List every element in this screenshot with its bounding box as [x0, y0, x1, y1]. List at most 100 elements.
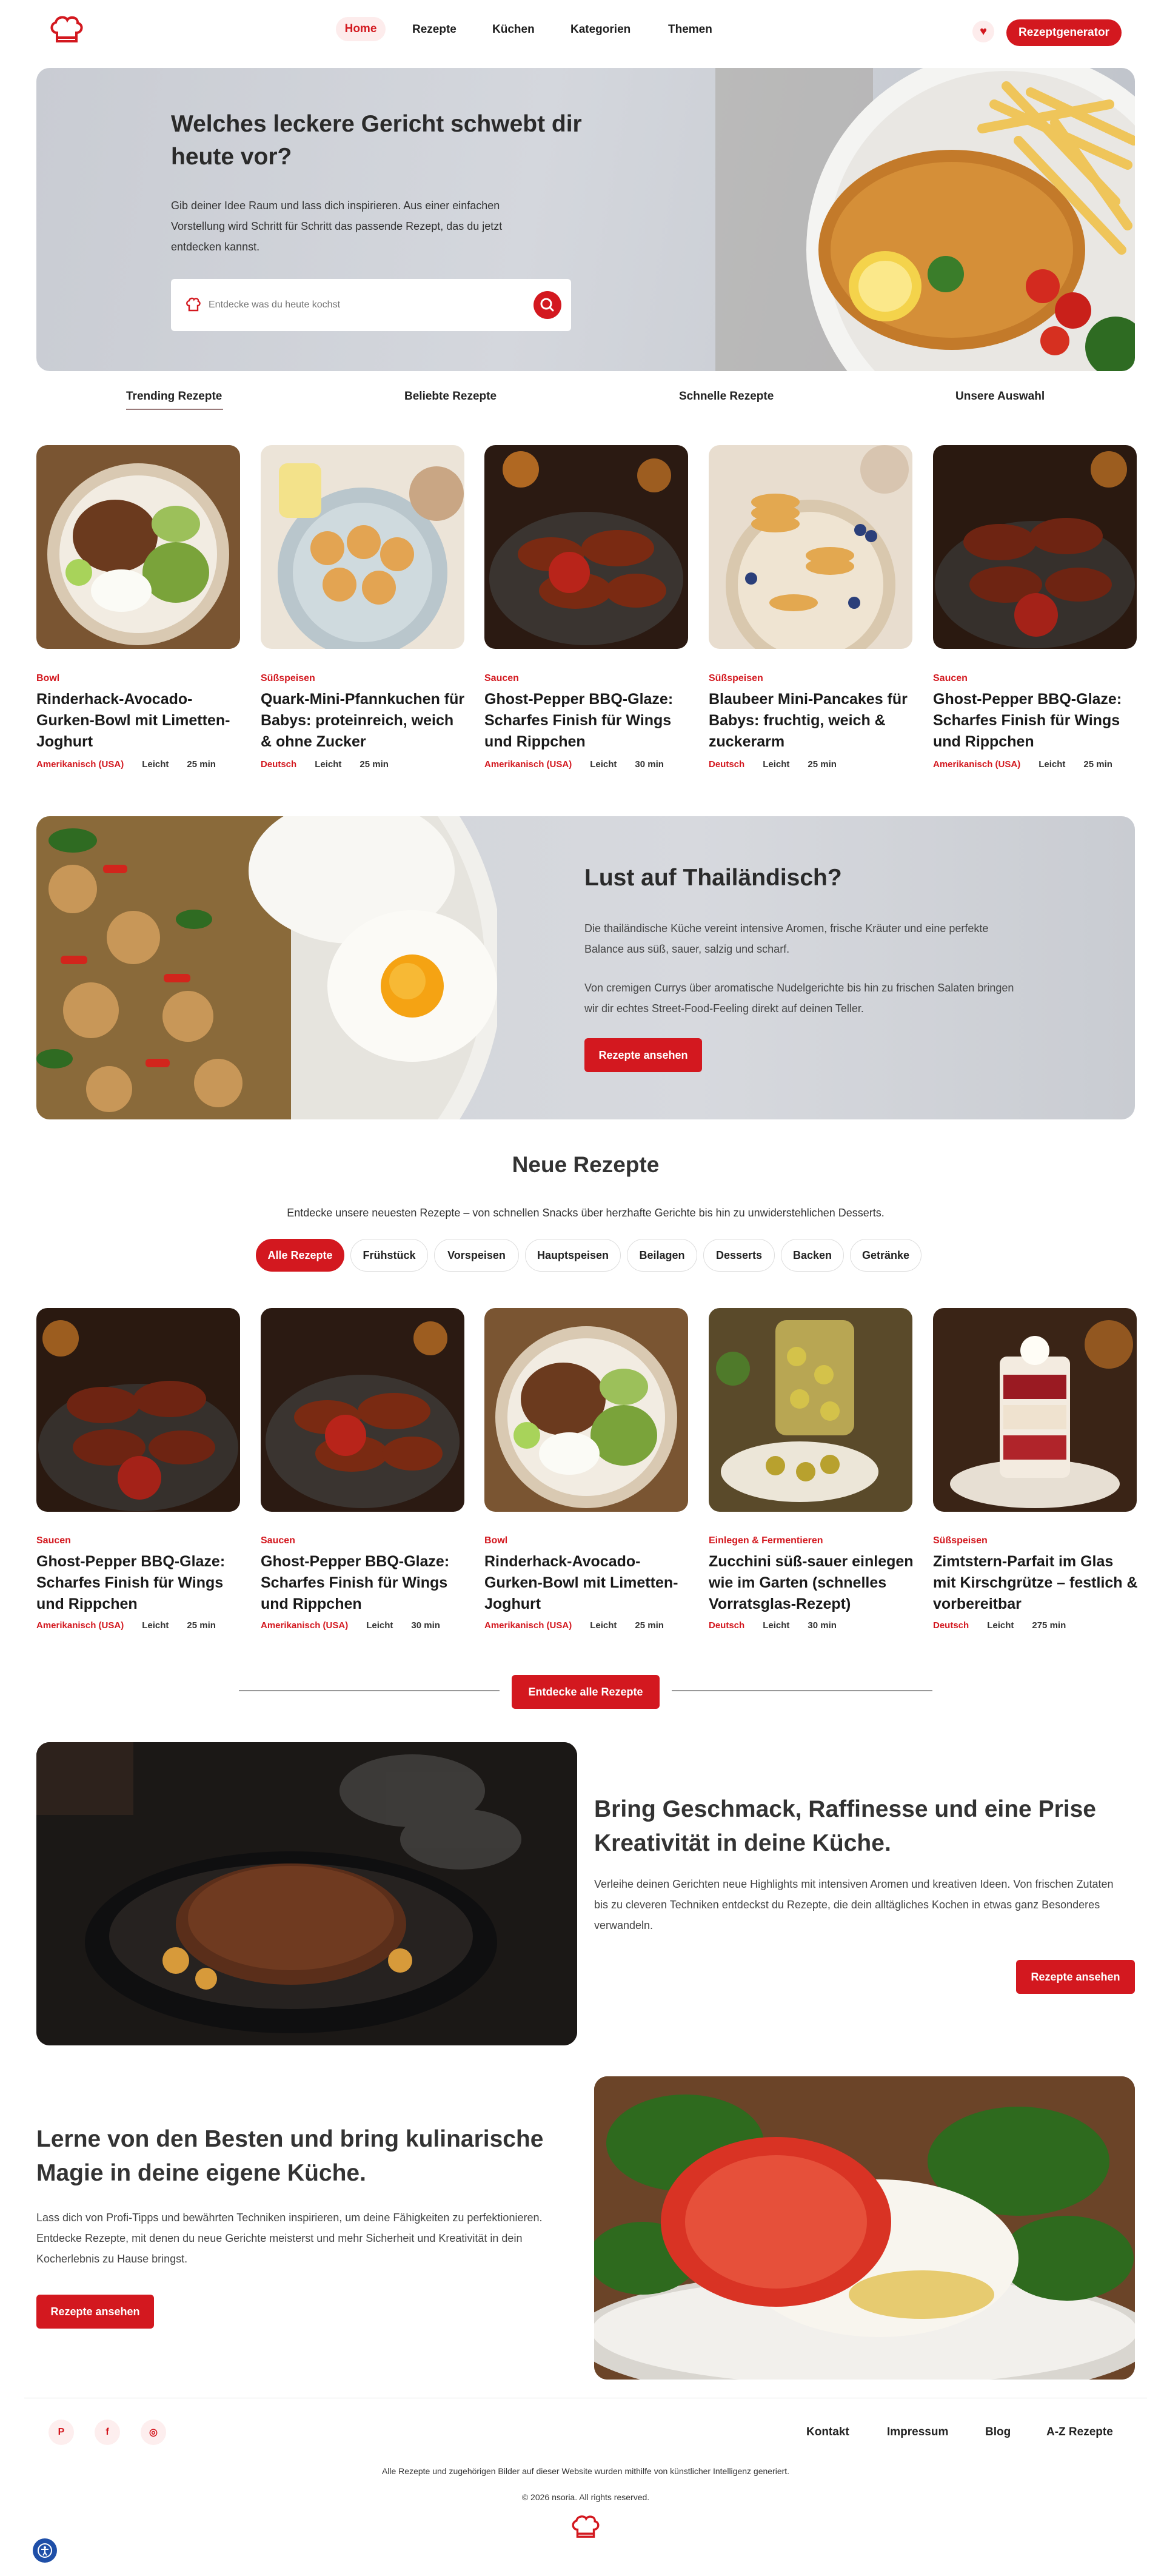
all-recipes-button[interactable]: Entdecke alle Rezepte [512, 1675, 660, 1709]
thai-dish-image [36, 816, 497, 1119]
promo1-text: Verleihe deinen Gerichten neue Highlight… [594, 1878, 1114, 1931]
tab-active-underline [126, 409, 223, 410]
hero-search-box[interactable] [171, 279, 571, 331]
recipe-title[interactable]: Zimtstern-Parfait im Glas mit Kirschgrüt… [933, 1551, 1139, 1615]
recipe-title[interactable]: Ghost-Pepper BBQ-Glaze: Scharfes Finish … [36, 1551, 242, 1615]
recipe-meta: Amerikanisch (USA) Leicht 30 min [261, 1620, 440, 1631]
promo1-title: Bring Geschmack, Raffinesse und eine Pri… [594, 1796, 1096, 1856]
recipe-category: Einlegen & Fermentieren [709, 1535, 823, 1546]
recipe-meta: Deutsch Leicht 25 min [709, 759, 837, 770]
promo2-button[interactable]: Rezepte ansehen [36, 2295, 154, 2329]
footer-link-kontakt[interactable]: Kontakt [806, 2426, 849, 2439]
recipe-time: 25 min [360, 759, 389, 770]
recipe-category: Saucen [933, 673, 968, 683]
footer-link-blog[interactable]: Blog [985, 2426, 1011, 2439]
recipe-title[interactable]: Ghost-Pepper BBQ-Glaze: Scharfes Finish … [261, 1551, 467, 1615]
recipe-time: 25 min [187, 759, 216, 770]
recipe-title[interactable]: Ghost-Pepper BBQ-Glaze: Scharfes Finish … [933, 689, 1139, 753]
facebook-icon[interactable]: f [95, 2420, 120, 2445]
recipe-generator-button[interactable]: Rezeptgenerator [1006, 19, 1122, 46]
steak-pan-image [36, 1742, 577, 2045]
nav-themen[interactable]: Themen [668, 23, 712, 36]
nav-home[interactable]: Home [336, 17, 386, 41]
recipe-category: Süßspeisen [709, 673, 763, 683]
recipe-origin: Amerikanisch (USA) [484, 759, 572, 770]
search-submit-button[interactable] [534, 291, 561, 319]
tab-auswahl[interactable]: Unsere Auswahl [955, 390, 1045, 403]
chef-hat-search-icon [186, 297, 201, 313]
footer-disclaimer: Alle Rezepte und zugehörigen Bilder auf … [381, 2466, 790, 2476]
recipe-image [933, 1308, 1137, 1512]
recipe-image [709, 1308, 912, 1512]
recipe-time: 25 min [635, 1620, 664, 1631]
favorites-heart-icon[interactable]: ♥ [972, 21, 994, 42]
recipe-title[interactable]: Blaubeer Mini-Pancakes für Babys: frucht… [709, 689, 915, 753]
recipe-origin: Amerikanisch (USA) [36, 759, 124, 770]
hero-title: Welches leckere Gericht schwebt dir heut… [171, 111, 582, 170]
promo1-button[interactable]: Rezepte ansehen [1016, 1960, 1135, 1994]
footer-link-az[interactable]: A-Z Rezepte [1046, 2426, 1113, 2439]
search-icon [540, 298, 554, 312]
filter-chip-vorspeisen[interactable]: Vorspeisen [434, 1239, 519, 1272]
filter-chip-backen[interactable]: Backen [781, 1239, 844, 1272]
recipe-meta: Deutsch Leicht 30 min [709, 1620, 837, 1631]
filter-chip-all[interactable]: Alle Rezepte [256, 1239, 344, 1272]
accessibility-icon[interactable] [33, 2538, 57, 2563]
recipe-origin: Deutsch [709, 1620, 745, 1631]
nav-kategorien[interactable]: Kategorien [570, 23, 630, 36]
footer-link-impressum[interactable]: Impressum [887, 2426, 948, 2439]
recipe-time: 30 min [635, 759, 664, 770]
nav-kuechen[interactable]: Küchen [492, 23, 535, 36]
filter-chip-fruehstueck[interactable]: Frühstück [350, 1239, 428, 1272]
recipe-image [484, 1308, 688, 1512]
instagram-icon[interactable]: ◎ [141, 2420, 166, 2445]
tab-schnelle[interactable]: Schnelle Rezepte [679, 390, 774, 403]
filter-chip-beilagen[interactable]: Beilagen [627, 1239, 697, 1272]
tab-trending[interactable]: Trending Rezepte [126, 390, 222, 403]
recipe-difficulty: Leicht [763, 759, 790, 770]
recipe-category: Saucen [36, 1535, 71, 1546]
recipe-difficulty: Leicht [763, 1620, 790, 1631]
recipe-title[interactable]: Rinderhack-Avocado-Gurken-Bowl mit Limet… [484, 1551, 691, 1615]
recipe-difficulty: Leicht [590, 1620, 617, 1631]
recipe-image [36, 445, 240, 649]
thai-text-1: Die thailändische Küche vereint intensiv… [584, 922, 989, 955]
filter-chip-hauptspeisen[interactable]: Hauptspeisen [525, 1239, 621, 1272]
recipe-meta: Amerikanisch (USA) Leicht 25 min [36, 759, 216, 770]
recipe-difficulty: Leicht [315, 759, 342, 770]
divider-left [239, 1690, 500, 1691]
recipe-time: 30 min [411, 1620, 440, 1631]
recipe-origin: Deutsch [709, 759, 745, 770]
tab-beliebte[interactable]: Beliebte Rezepte [404, 390, 497, 403]
recipe-title[interactable]: Quark-Mini-Pfannkuchen für Babys: protei… [261, 689, 467, 753]
hero-search-input[interactable] [209, 293, 500, 317]
chef-hat-logo[interactable] [48, 15, 85, 46]
thai-text-2: Von cremigen Currys über aromatische Nud… [584, 982, 1014, 1015]
thai-recipes-button[interactable]: Rezepte ansehen [584, 1038, 702, 1072]
filter-chip-desserts[interactable]: Desserts [703, 1239, 775, 1272]
promo2-text: Lass dich von Profi-Tipps und bewährten … [36, 2212, 543, 2265]
recipe-time: 275 min [1032, 1620, 1066, 1631]
recipe-title[interactable]: Ghost-Pepper BBQ-Glaze: Scharfes Finish … [484, 689, 691, 753]
caprese-image [594, 2076, 1135, 2380]
hero-text: Gib deiner Idee Raum und lass dich inspi… [171, 200, 503, 253]
nav-rezepte[interactable]: Rezepte [412, 23, 457, 36]
recipe-title[interactable]: Zucchini süß-sauer einlegen wie im Garte… [709, 1551, 915, 1615]
recipe-origin: Amerikanisch (USA) [484, 1620, 572, 1631]
recipe-time: 25 min [1083, 759, 1112, 770]
recipe-meta: Amerikanisch (USA) Leicht 25 min [933, 759, 1112, 770]
section-title: Neue Rezepte [512, 1152, 660, 1177]
thai-banner: Lust auf Thailändisch? Die thailändische… [36, 816, 1135, 1119]
site-header: Home Rezepte Küchen Kategorien Themen ♥ … [0, 0, 1164, 65]
recipe-difficulty: Leicht [366, 1620, 393, 1631]
filter-chip-getraenke[interactable]: Getränke [850, 1239, 921, 1272]
recipe-title[interactable]: Rinderhack-Avocado-Gurken-Bowl mit Limet… [36, 689, 242, 753]
pinterest-icon[interactable]: P [48, 2420, 74, 2445]
recipe-meta: Deutsch Leicht 25 min [261, 759, 389, 770]
promo2-title: Lerne von den Besten und bring kulinaris… [36, 2126, 544, 2186]
hero-banner: Welches leckere Gericht schwebt dir heut… [36, 68, 1135, 371]
footer-chef-hat-logo[interactable] [570, 2514, 601, 2541]
recipe-meta: Amerikanisch (USA) Leicht 25 min [36, 1620, 216, 1631]
recipe-time: 30 min [808, 1620, 837, 1631]
recipe-origin: Amerikanisch (USA) [933, 759, 1021, 770]
